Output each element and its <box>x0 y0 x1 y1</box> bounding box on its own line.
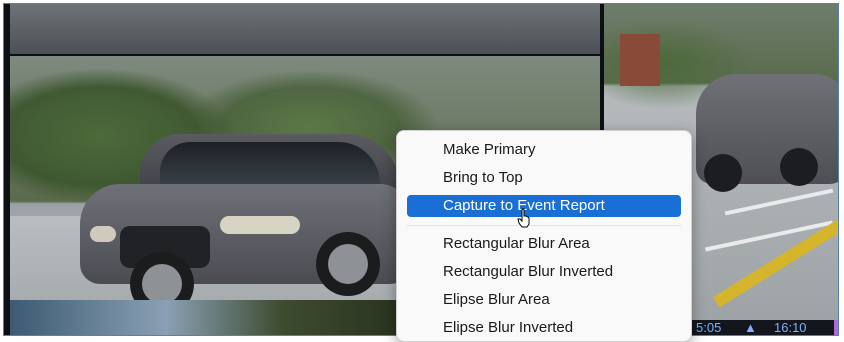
timeline-accent-bar <box>834 320 838 335</box>
pointer-hand-icon <box>517 208 530 228</box>
menu-item-rectangular-blur-area[interactable]: Rectangular Blur Area <box>407 233 681 255</box>
timeline-time-start: 5:05 <box>696 320 722 335</box>
car-wheel <box>780 148 818 186</box>
car-wheel <box>316 232 380 296</box>
context-menu: Make Primary Bring to Top Capture to Eve… <box>396 130 692 342</box>
menu-item-bring-to-top[interactable]: Bring to Top <box>407 167 681 189</box>
menu-item-capture-to-event-report[interactable]: Capture to Event Report <box>407 195 681 217</box>
menu-item-make-primary[interactable]: Make Primary <box>407 139 681 161</box>
menu-item-elipse-blur-area[interactable]: Elipse Blur Area <box>407 289 681 311</box>
menu-separator <box>407 225 681 226</box>
video-pane-top[interactable] <box>10 4 600 54</box>
timeline-time-current: 16:10 <box>774 320 807 335</box>
timeline-strip[interactable]: 5:05 ▲ 16:10 <box>690 320 838 335</box>
car-headlight <box>220 216 300 234</box>
video-pane-bottom[interactable] <box>10 300 400 335</box>
scene-building <box>620 34 660 86</box>
car-windshield <box>160 142 380 186</box>
car-headlight <box>90 226 116 242</box>
car-wheel <box>704 154 742 192</box>
menu-item-elipse-blur-inverted[interactable]: Elipse Blur Inverted <box>407 317 681 339</box>
menu-item-rectangular-blur-inverted[interactable]: Rectangular Blur Inverted <box>407 261 681 283</box>
timeline-marker-icon[interactable]: ▲ <box>744 320 757 335</box>
